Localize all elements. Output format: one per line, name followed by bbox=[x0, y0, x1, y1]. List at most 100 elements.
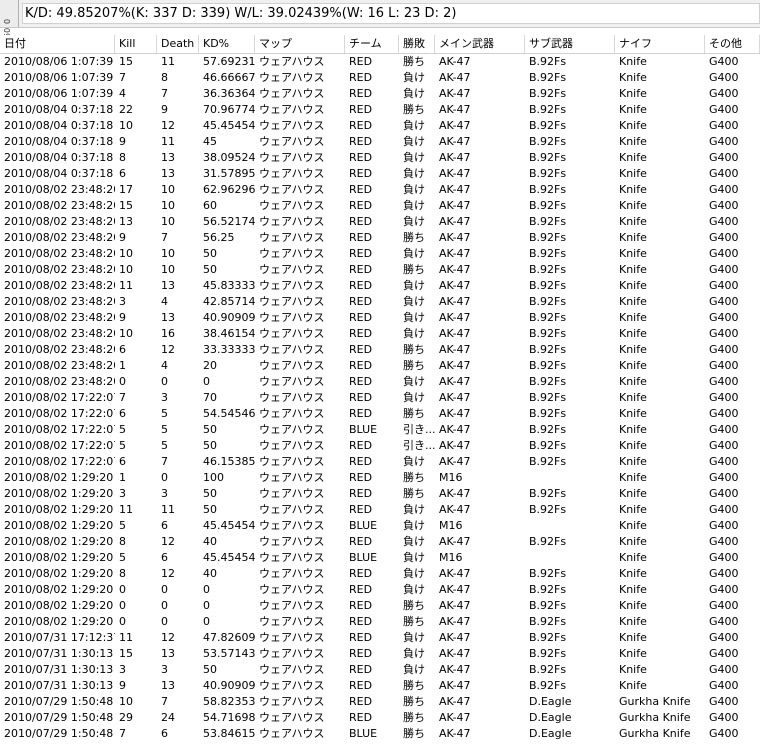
table-cell: RED bbox=[349, 87, 373, 100]
table-row[interactable]: 2010/08/02 17:22:07 7 3 70 ウェアハウス RED 負け AK-47 B… bbox=[0, 390, 760, 406]
column-header[interactable]: 日付 bbox=[0, 35, 115, 53]
table-row[interactable]: 2010/08/02 17:22:07 5 5 50 ウェアハウス RED 引き... AK-… bbox=[0, 438, 760, 454]
table-row[interactable]: 2010/07/31 1:30:13 3 3 50 ウェアハウス RED 負け AK-47 B.… bbox=[0, 662, 760, 678]
table-cell: 3 bbox=[161, 487, 168, 500]
table-row[interactable]: 2010/08/02 23:48:20 1 4 20 ウェアハウス RED 勝ち AK-47 B… bbox=[0, 358, 760, 374]
table-row[interactable]: 2010/08/02 1:29:20 0 0 0 ウェアハウス RED 勝ち AK-47 B.9… bbox=[0, 614, 760, 630]
table-row[interactable]: 2010/08/02 1:29:20 11 11 50 ウェアハウス RED 負け AK-47… bbox=[0, 502, 760, 518]
table-row[interactable]: 2010/08/04 0:37:18 9 11 45 ウェアハウス RED 負け AK-47 B… bbox=[0, 134, 760, 150]
table-row[interactable]: 2010/07/29 1:50:48 29 24 54.71698 ウェアハウス RED 勝… bbox=[0, 710, 760, 726]
table-row[interactable]: 2010/08/02 23:48:20 15 10 60 ウェアハウス RED 負け AK-4… bbox=[0, 198, 760, 214]
table-row[interactable]: 2010/08/02 23:48:20 10 10 50 ウェアハウス RED 負け AK-4… bbox=[0, 246, 760, 262]
table-cell: 引き... bbox=[403, 423, 435, 436]
table-row[interactable]: 2010/08/02 1:29:20 5 6 45.45454 ウェアハウス BLUE 負け… bbox=[0, 518, 760, 534]
table-row[interactable]: 2010/08/02 1:29:20 5 6 45.45454 ウェアハウス BLUE 負け… bbox=[0, 550, 760, 566]
table-row[interactable]: 2010/08/02 17:22:07 5 5 50 ウェアハウス BLUE 引き... AK… bbox=[0, 422, 760, 438]
table-cell: BLUE bbox=[349, 519, 378, 532]
table-cell: G400 bbox=[709, 663, 739, 676]
table-row[interactable]: 2010/07/29 1:50:48 7 6 53.84615 ウェアハウス BLUE 勝ち… bbox=[0, 726, 760, 742]
table-cell: 15 bbox=[119, 647, 133, 660]
column-header[interactable]: サブ武器 bbox=[525, 35, 615, 53]
table-row[interactable]: 2010/08/04 0:37:18 10 12 45.45454 ウェアハウス RED 負… bbox=[0, 118, 760, 134]
table-row[interactable]: 2010/08/02 23:48:20 9 7 56.25 ウェアハウス RED 勝ち AK-… bbox=[0, 230, 760, 246]
table-cell: ウェアハウス bbox=[259, 375, 325, 388]
table-cell: G400 bbox=[709, 503, 739, 516]
column-header[interactable]: マップ bbox=[255, 35, 345, 53]
table-row[interactable]: 2010/08/02 17:22:07 6 7 46.15385 ウェアハウス RED 負け… bbox=[0, 454, 760, 470]
table-cell: B.92Fs bbox=[529, 103, 567, 116]
table-cell: AK-47 bbox=[439, 295, 471, 308]
table-cell: 47.82609 bbox=[203, 631, 255, 644]
table-cell: RED bbox=[349, 599, 373, 612]
table-row[interactable]: 2010/08/02 23:48:20 9 13 40.90909 ウェアハウス RED 負… bbox=[0, 310, 760, 326]
table-cell: G400 bbox=[709, 391, 739, 404]
table-row[interactable]: 2010/08/02 1:29:20 3 3 50 ウェアハウス RED 勝ち AK-47 B.… bbox=[0, 486, 760, 502]
table-row[interactable]: 2010/08/02 23:48:20 3 4 42.85714 ウェアハウス RED 負け… bbox=[0, 294, 760, 310]
table-row[interactable]: 2010/08/02 23:48:20 0 0 0 ウェアハウス RED 負け AK-47 B.… bbox=[0, 374, 760, 390]
table-cell: AK-47 bbox=[439, 135, 471, 148]
column-header[interactable]: チーム bbox=[345, 35, 399, 53]
table-row[interactable]: 2010/08/02 1:29:20 0 0 0 ウェアハウス RED 勝ち AK-47 B.9… bbox=[0, 598, 760, 614]
table-row[interactable]: 2010/08/02 1:29:20 8 12 40 ウェアハウス RED 負け AK-47 B… bbox=[0, 534, 760, 550]
table-row[interactable]: 2010/08/02 23:48:20 11 13 45.83333 ウェアハウス RED… bbox=[0, 278, 760, 294]
table-cell: 54.71698 bbox=[203, 711, 255, 724]
table-row[interactable]: 2010/07/29 1:50:48 10 7 58.82353 ウェアハウス RED 勝ち… bbox=[0, 694, 760, 710]
table-cell: 0 bbox=[161, 583, 168, 596]
table-row[interactable]: 2010/08/04 0:37:18 22 9 70.96774 ウェアハウス RED 勝ち… bbox=[0, 102, 760, 118]
table-row[interactable]: 2010/08/02 23:48:20 13 10 56.52174 ウェアハウス RED… bbox=[0, 214, 760, 230]
table-cell: 100 bbox=[203, 471, 224, 484]
table-row[interactable]: 2010/08/02 1:29:20 1 0 100 ウェアハウス RED 勝ち M16 Kni… bbox=[0, 470, 760, 486]
table-row[interactable]: 2010/08/02 23:48:20 10 16 38.46154 ウェアハウス RED… bbox=[0, 326, 760, 342]
table-cell: RED bbox=[349, 535, 373, 548]
table-cell: 12 bbox=[161, 535, 175, 548]
table-row[interactable]: 2010/07/31 1:30:13 9 13 40.90909 ウェアハウス RED 勝ち… bbox=[0, 678, 760, 694]
table-cell: ウェアハウス bbox=[259, 279, 325, 292]
table-cell: Knife bbox=[619, 215, 647, 228]
table-cell: G400 bbox=[709, 359, 739, 372]
table-cell: 31.57895 bbox=[203, 167, 255, 180]
table-cell: 29 bbox=[119, 711, 133, 724]
table-cell: 勝ち bbox=[403, 487, 425, 500]
table-row[interactable]: 2010/08/02 1:29:20 0 0 0 ウェアハウス RED 負け AK-47 B.9… bbox=[0, 582, 760, 598]
table-cell: B.92Fs bbox=[529, 423, 567, 436]
table-cell: RED bbox=[349, 119, 373, 132]
table-cell: Knife bbox=[619, 359, 647, 372]
table-row[interactable]: 2010/08/02 23:48:20 10 10 50 ウェアハウス RED 勝ち AK-4… bbox=[0, 262, 760, 278]
table-cell: 2010/08/02 23:48:20 bbox=[4, 327, 115, 340]
column-header[interactable]: メイン武器 bbox=[435, 35, 525, 53]
table-row[interactable]: 2010/08/02 23:48:20 17 10 62.96296 ウェアハウス RED… bbox=[0, 182, 760, 198]
table-cell: 2010/08/02 17:22:07 bbox=[4, 391, 115, 404]
table-cell: G400 bbox=[709, 551, 739, 564]
column-header[interactable]: ナイフ bbox=[615, 35, 705, 53]
table-cell: 10 bbox=[119, 247, 133, 260]
table-row[interactable]: 2010/08/06 1:07:39 7 8 46.66667 ウェアハウス RED 負け A… bbox=[0, 70, 760, 86]
table-row[interactable]: 2010/08/04 0:37:18 8 13 38.09524 ウェアハウス RED 負け… bbox=[0, 150, 760, 166]
table-row[interactable]: 2010/08/02 1:29:20 8 12 40 ウェアハウス RED 負け AK-47 B… bbox=[0, 566, 760, 582]
column-header[interactable]: Kill bbox=[115, 35, 157, 53]
table-cell: 4 bbox=[161, 359, 168, 372]
table-cell: AK-47 bbox=[439, 311, 471, 324]
column-header[interactable]: 勝敗 bbox=[399, 35, 435, 53]
table-cell: G400 bbox=[709, 519, 739, 532]
table-row[interactable]: 2010/07/31 17:12:37 11 12 47.82609 ウェアハウス RED… bbox=[0, 630, 760, 646]
table-cell: Gurkha Knife bbox=[619, 727, 691, 740]
table-cell: 9 bbox=[119, 679, 126, 692]
column-header[interactable]: その他 bbox=[705, 35, 760, 53]
table-row[interactable]: 2010/08/06 1:07:39 4 7 36.36364 ウェアハウス RED 負け A… bbox=[0, 86, 760, 102]
table-cell: 15 bbox=[119, 199, 133, 212]
table-cell: B.92Fs bbox=[529, 439, 567, 452]
table-cell bbox=[525, 550, 615, 566]
table-row[interactable]: 2010/08/02 17:22:07 6 5 54.54546 ウェアハウス RED 勝ち… bbox=[0, 406, 760, 422]
table-cell: RED bbox=[349, 567, 373, 580]
table-cell: B.92Fs bbox=[529, 663, 567, 676]
table-cell: B.92Fs bbox=[529, 119, 567, 132]
table-cell: 0 bbox=[119, 583, 126, 596]
kd-summary-field[interactable]: K/D: 49.85207%(K: 337 D: 339) W/L: 39.02… bbox=[22, 3, 760, 24]
table-row[interactable]: 2010/08/06 1:07:39 15 11 57.69231 ウェアハウス RED 勝… bbox=[0, 54, 760, 70]
column-header[interactable]: Death bbox=[157, 35, 199, 53]
table-cell: ウェアハウス bbox=[259, 439, 325, 452]
column-header[interactable]: KD% bbox=[199, 35, 255, 53]
table-row[interactable]: 2010/08/04 0:37:18 6 13 31.57895 ウェアハウス RED 負け… bbox=[0, 166, 760, 182]
table-row[interactable]: 2010/08/02 23:48:20 6 12 33.33333 ウェアハウス RED 勝… bbox=[0, 342, 760, 358]
table-row[interactable]: 2010/07/31 1:30:13 15 13 53.57143 ウェアハウス RED 負… bbox=[0, 646, 760, 662]
